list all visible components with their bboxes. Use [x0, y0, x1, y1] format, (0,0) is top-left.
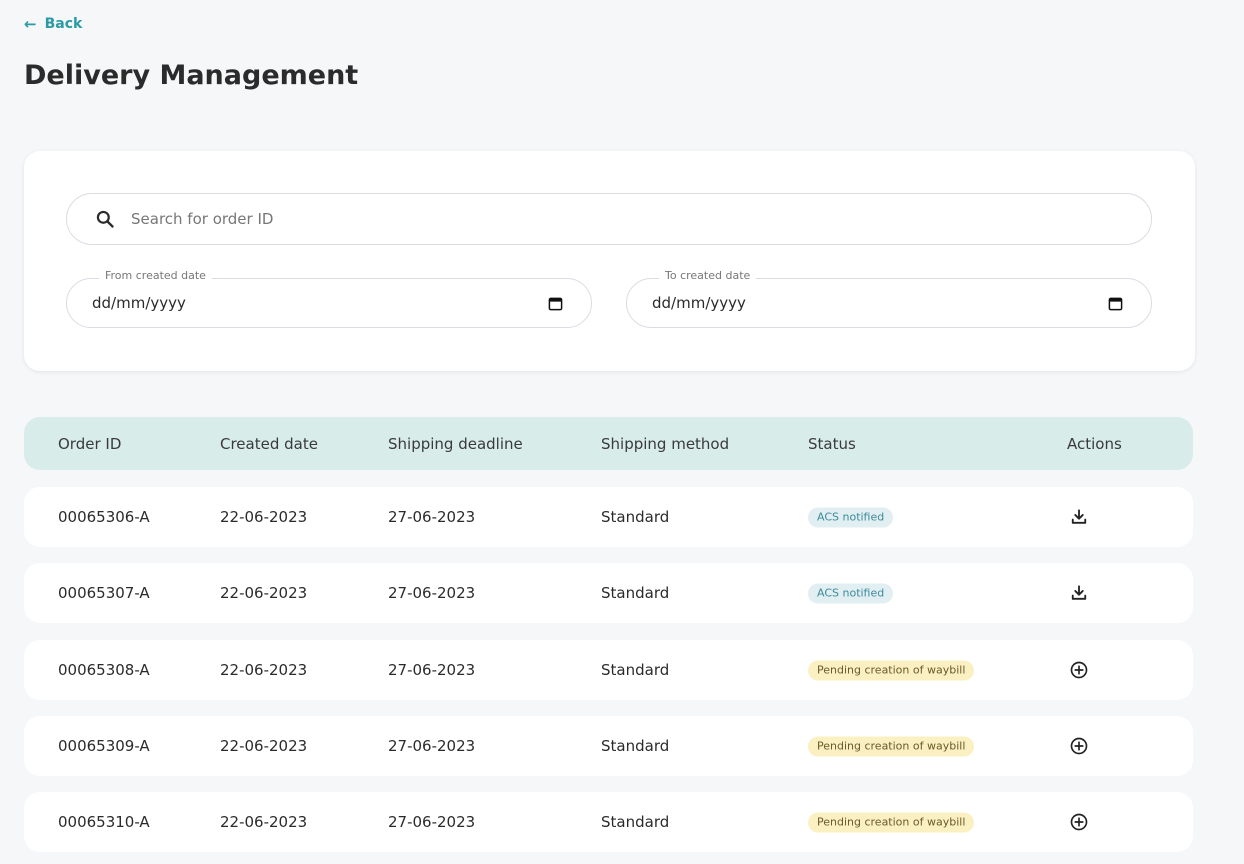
- status-cell: Pending creation of waybill: [808, 736, 975, 757]
- shipping-method: Standard: [601, 584, 670, 602]
- calendar-icon[interactable]: [548, 296, 563, 311]
- table-row[interactable]: 00065310-A 22-06-2023 27-06-2023 Standar…: [24, 792, 1193, 852]
- calendar-icon[interactable]: [1108, 296, 1123, 311]
- search-input[interactable]: [131, 210, 1031, 228]
- download-waybill-button[interactable]: [1067, 581, 1091, 605]
- back-label: Back: [44, 16, 83, 32]
- create-waybill-button[interactable]: [1067, 810, 1091, 834]
- created-date: 22-06-2023: [220, 508, 308, 526]
- created-date: 22-06-2023: [220, 584, 308, 602]
- filter-card: From created date dd/mm/yyyy To created …: [24, 151, 1195, 371]
- add-circle-icon: [1070, 661, 1088, 679]
- to-date-value: dd/mm/yyyy: [652, 294, 746, 312]
- column-header-shipping-deadline[interactable]: Shipping deadline: [388, 435, 523, 453]
- status-cell: ACS notified: [808, 507, 894, 528]
- shipping-deadline: 27-06-2023: [388, 661, 476, 679]
- search-icon: [96, 210, 114, 228]
- shipping-method: Standard: [601, 737, 670, 755]
- back-link[interactable]: ← Back: [24, 16, 82, 32]
- status-cell: ACS notified: [808, 583, 894, 604]
- page: ← Back Delivery Management From created …: [0, 0, 1244, 864]
- column-header-actions: Actions: [1067, 434, 1122, 453]
- order-id: 00065308-A: [58, 661, 150, 679]
- table-row[interactable]: 00065309-A 22-06-2023 27-06-2023 Standar…: [24, 716, 1193, 776]
- column-header-created-date[interactable]: Created date: [220, 435, 318, 453]
- download-waybill-button[interactable]: [1067, 505, 1091, 529]
- order-id: 00065310-A: [58, 813, 150, 831]
- add-circle-icon: [1070, 737, 1088, 755]
- search-bar[interactable]: [66, 193, 1152, 245]
- table-row[interactable]: 00065307-A 22-06-2023 27-06-2023 Standar…: [24, 563, 1193, 623]
- status-badge: Pending creation of waybill: [808, 812, 975, 833]
- shipping-deadline: 27-06-2023: [388, 813, 476, 831]
- add-circle-icon: [1070, 813, 1088, 831]
- to-date-label: To created date: [659, 269, 757, 282]
- shipping-method: Standard: [601, 661, 670, 679]
- created-date: 22-06-2023: [220, 737, 308, 755]
- order-id: 00065309-A: [58, 737, 150, 755]
- shipping-deadline: 27-06-2023: [388, 737, 476, 755]
- table-header: Order ID Created date Shipping deadline …: [24, 417, 1193, 470]
- shipping-deadline: 27-06-2023: [388, 584, 476, 602]
- created-date: 22-06-2023: [220, 813, 308, 831]
- column-header-order-id[interactable]: Order ID: [58, 435, 121, 453]
- order-id: 00065307-A: [58, 584, 150, 602]
- status-badge: ACS notified: [808, 583, 894, 604]
- created-date: 22-06-2023: [220, 661, 308, 679]
- to-date-field[interactable]: To created date dd/mm/yyyy: [626, 269, 1152, 328]
- table-row[interactable]: 00065308-A 22-06-2023 27-06-2023 Standar…: [24, 640, 1193, 700]
- status-badge: Pending creation of waybill: [808, 660, 975, 681]
- table-row[interactable]: 00065306-A 22-06-2023 27-06-2023 Standar…: [24, 487, 1193, 547]
- arrow-left-icon: ←: [24, 14, 37, 33]
- create-waybill-button[interactable]: [1067, 734, 1091, 758]
- create-waybill-button[interactable]: [1067, 658, 1091, 682]
- column-header-status[interactable]: Status: [808, 435, 856, 453]
- status-cell: Pending creation of waybill: [808, 812, 975, 833]
- page-title: Delivery Management: [24, 60, 359, 91]
- shipping-method: Standard: [601, 508, 670, 526]
- column-header-shipping-method[interactable]: Shipping method: [601, 435, 729, 453]
- from-date-value: dd/mm/yyyy: [92, 294, 186, 312]
- shipping-deadline: 27-06-2023: [388, 508, 476, 526]
- from-date-label: From created date: [99, 269, 212, 282]
- shipping-method: Standard: [601, 813, 670, 831]
- status-cell: Pending creation of waybill: [808, 660, 975, 681]
- status-badge: Pending creation of waybill: [808, 736, 975, 757]
- download-icon: [1071, 585, 1087, 600]
- download-icon: [1071, 509, 1087, 524]
- status-badge: ACS notified: [808, 507, 894, 528]
- order-id: 00065306-A: [58, 508, 150, 526]
- from-date-field[interactable]: From created date dd/mm/yyyy: [66, 269, 592, 328]
